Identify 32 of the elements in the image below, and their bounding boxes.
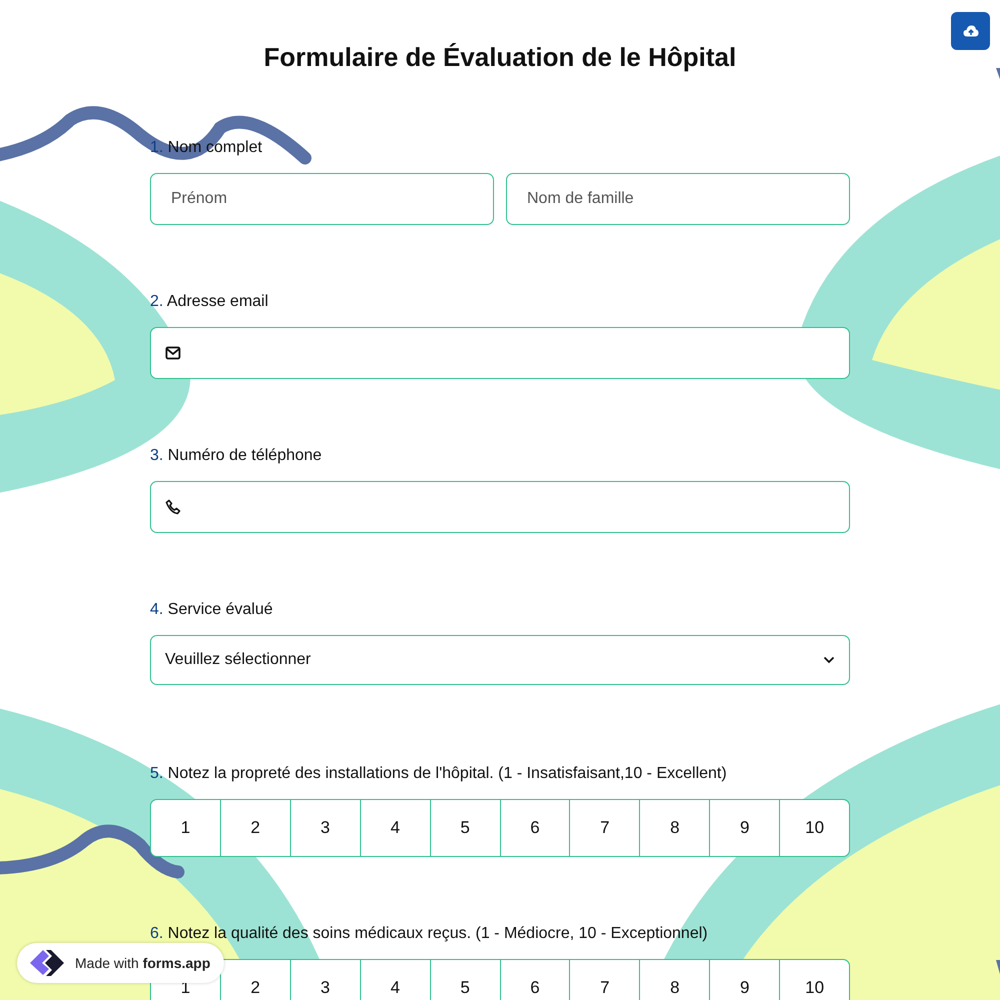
question-label: 4. Service évalué	[150, 600, 274, 620]
made-with-toast[interactable]: Made with forms.app	[17, 943, 224, 983]
cloud-upload-icon	[962, 25, 978, 37]
rating-option[interactable]: 9	[709, 959, 780, 1000]
rating-option[interactable]: 6	[500, 799, 570, 857]
question-label: 3. Numéro de téléphone	[150, 446, 323, 466]
rating-option[interactable]: 7	[569, 799, 640, 857]
form-title: Formulaire de Évaluation de le Hôpital	[262, 41, 738, 74]
rating-option[interactable]: 4	[360, 799, 431, 857]
badge-text: Made with forms.app	[75, 955, 210, 971]
rating-option[interactable]: 2	[220, 799, 291, 857]
rating-option[interactable]: 10	[779, 799, 850, 857]
email-field[interactable]	[150, 327, 850, 379]
question-label: 6. Notez la qualité des soins médicaux reçus. (1 - Médiocre, 10 - Exceptionnel)	[150, 924, 709, 944]
rating-option[interactable]: 10	[779, 959, 850, 1000]
upload-button[interactable]	[951, 12, 990, 50]
chevron-down-icon	[823, 656, 835, 664]
rating-option[interactable]: 1	[150, 799, 221, 857]
select-dropdown[interactable]: Veuillez sélectionner	[150, 635, 850, 685]
rating-option[interactable]: 5	[430, 799, 501, 857]
rating-option[interactable]: 2	[220, 959, 291, 1000]
rating-option[interactable]: 8	[639, 959, 710, 1000]
phone-icon	[165, 499, 181, 515]
question-label: 2. Adresse email	[150, 292, 270, 312]
text-field[interactable]: Nom de famille	[506, 173, 850, 225]
text-field[interactable]: Prénom	[150, 173, 494, 225]
mail-icon	[165, 346, 181, 360]
rating-option[interactable]: 3	[290, 799, 361, 857]
rating-option[interactable]: 8	[639, 799, 710, 857]
rating-option[interactable]: 9	[709, 799, 780, 857]
phone-field[interactable]	[150, 481, 850, 533]
rating-option[interactable]: 3	[290, 959, 361, 1000]
